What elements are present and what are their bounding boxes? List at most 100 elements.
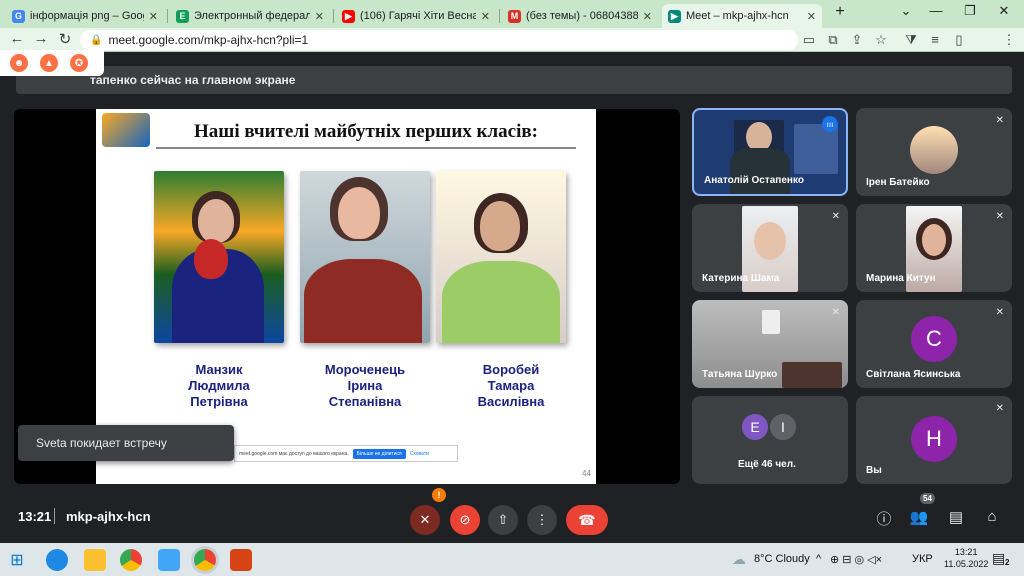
file-explorer-icon[interactable] xyxy=(84,549,106,571)
tray-expand-icon[interactable]: ^ xyxy=(816,553,821,565)
meet-area: тапенко сейчас на главном экране Наші вч… xyxy=(0,53,1024,543)
close-icon[interactable]: ✕ xyxy=(807,10,816,23)
restore-button[interactable]: ❐ xyxy=(956,3,984,19)
start-icon[interactable]: ⊞ xyxy=(6,549,28,571)
tray-icons[interactable]: ⊕ ⊟ ◎ ◁× xyxy=(830,553,882,566)
language-indicator[interactable]: УКР xyxy=(912,553,933,565)
system-clock[interactable]: 13:21 11.05.2022 xyxy=(944,546,988,570)
browser-menu-icon[interactable]: ⋮ xyxy=(1000,32,1018,48)
participant-tile[interactable]: ✕ Катерина Шама xyxy=(692,204,848,292)
participant-tile[interactable]: ✕ Татьяна Шурко xyxy=(692,300,848,388)
participant-avatar: E xyxy=(740,412,770,442)
notification-count: 2 xyxy=(1005,558,1010,567)
hide-notice-button[interactable]: Сховати xyxy=(410,451,429,457)
mic-off-icon: ✕ xyxy=(831,211,840,222)
tab-title: Электронный федеральный xyxy=(194,10,310,22)
reaction-icon[interactable]: ✪ xyxy=(70,54,88,72)
mic-toggle-button[interactable]: ✕ xyxy=(410,505,440,535)
teacher-name-3: Воробей Тамара Василівна xyxy=(477,362,545,409)
participant-tile[interactable]: C ✕ Світлана Ясинська xyxy=(856,300,1012,388)
tab-gmail[interactable]: M (без темы) - 0680438849@ ✕ xyxy=(502,4,658,28)
powerpoint-icon[interactable] xyxy=(230,549,252,571)
url-text: meet.google.com/mkp-ajhx-hcn?pli=1 xyxy=(108,33,309,47)
close-icon[interactable]: ✕ xyxy=(481,10,490,23)
participant-count-badge: 54 xyxy=(920,493,935,504)
close-icon[interactable]: ✕ xyxy=(643,10,652,23)
reaction-icon[interactable]: ☻ xyxy=(10,54,28,72)
present-button[interactable]: ⇧ xyxy=(488,505,518,535)
participant-avatar: I xyxy=(768,412,798,442)
address-toolbar: ← → ↻ 🔒 meet.google.com/mkp-ajhx-hcn?pli… xyxy=(0,28,1024,75)
chat-icon[interactable]: ▤ xyxy=(945,508,967,526)
participant-tile[interactable]: ııı Анатолій Остапенко xyxy=(692,108,848,196)
stop-sharing-button[interactable]: Більше не ділитися xyxy=(352,448,406,459)
leave-call-button[interactable]: ☎ xyxy=(566,505,608,535)
participant-tile[interactable]: ✕ Ірен Батейко xyxy=(856,108,1012,196)
clock-time: 13:21 xyxy=(954,547,978,557)
share-icon[interactable]: ⇪ xyxy=(848,32,866,48)
participant-avatar: H xyxy=(911,416,957,462)
forward-button[interactable]: → xyxy=(30,30,52,47)
mic-off-icon: ✕ xyxy=(995,403,1004,414)
browser-tab-strip: G інформація png – Google П ✕ E Электрон… xyxy=(0,0,1024,28)
edge-icon[interactable] xyxy=(46,549,68,571)
reaction-icon[interactable]: ▲ xyxy=(40,54,58,72)
tab-separator xyxy=(167,9,168,23)
tab-federal[interactable]: E Электронный федеральный ✕ xyxy=(170,4,330,28)
more-participants-tile[interactable]: E I Ещё 46 чел. xyxy=(692,396,848,484)
tab-title: (без темы) - 0680438849@ xyxy=(526,10,638,22)
chrome-icon[interactable] xyxy=(120,549,142,571)
slide-title: Наші вчителі майбутніх перших класів: xyxy=(194,121,538,142)
warning-icon[interactable]: ! xyxy=(432,488,446,502)
people-icon[interactable]: 👥 xyxy=(908,508,930,526)
close-icon[interactable]: ✕ xyxy=(149,10,158,23)
store-icon[interactable] xyxy=(158,549,180,571)
lock-icon: 🔒 xyxy=(90,34,103,46)
close-icon[interactable]: ✕ xyxy=(315,10,324,23)
teacher-photo-3 xyxy=(436,171,566,343)
school-logo xyxy=(102,113,150,147)
reading-list-icon[interactable]: ≡ xyxy=(926,32,944,47)
chrome-active-icon[interactable] xyxy=(194,549,216,571)
participant-name: Катерина Шама xyxy=(702,273,780,284)
teacher-photo-1 xyxy=(154,171,284,343)
slide-page-number: 44 xyxy=(582,469,591,478)
bookmark-star-icon[interactable]: ☆ xyxy=(872,32,890,48)
new-tab-button[interactable]: + xyxy=(826,3,854,21)
self-tile[interactable]: H ✕ Вы xyxy=(856,396,1012,484)
share-notice-text: meet.google.com має доступ до вашого екр… xyxy=(239,450,349,457)
tab-search-icon[interactable]: ⌄ xyxy=(892,3,920,19)
tab-title: Meet – mkp-ajhx-hcn xyxy=(686,10,789,22)
participant-name: Татьяна Шурко xyxy=(702,369,778,380)
activities-icon[interactable]: ⌂ xyxy=(981,508,1003,525)
meeting-details-icon[interactable]: ⓘ xyxy=(873,508,895,529)
camera-in-use-icon[interactable]: ▭ xyxy=(800,32,818,48)
mic-off-icon: ✕ xyxy=(831,307,840,318)
extensions-icon[interactable]: ⧩ xyxy=(902,32,920,48)
tab-meet[interactable]: ▶ Meet – mkp-ajhx-hcn ✕ xyxy=(662,4,822,28)
window-close-button[interactable]: ✕ xyxy=(990,3,1018,19)
teacher-photo-2 xyxy=(300,171,430,343)
more-options-button[interactable]: ⋮ xyxy=(527,505,557,535)
mic-off-icon: ✕ xyxy=(995,211,1004,222)
weather-text[interactable]: 8°C Cloudy xyxy=(754,553,810,565)
meeting-code: mkp-ajhx-hcn xyxy=(66,509,151,524)
participant-tile[interactable]: ✕ Марина Китун xyxy=(856,204,1012,292)
reload-button[interactable]: ↻ xyxy=(54,30,76,48)
translate-icon[interactable]: ⧉ xyxy=(824,32,842,48)
notifications-icon[interactable]: ▤ xyxy=(992,550,1005,567)
mic-off-icon: ✕ xyxy=(995,307,1004,318)
camera-toggle-button[interactable]: ⊘ xyxy=(450,505,480,535)
divider xyxy=(54,508,55,524)
url-bar[interactable]: 🔒 meet.google.com/mkp-ajhx-hcn?pli=1 xyxy=(80,30,798,50)
side-panel-icon[interactable]: ▯ xyxy=(950,32,968,48)
reactions-popup: ☻ ▲ ✪ xyxy=(0,50,104,76)
meeting-time: 13:21 xyxy=(18,509,52,524)
participant-name: Ірен Батейко xyxy=(866,177,930,188)
participant-name: Вы xyxy=(866,465,882,476)
tab-separator xyxy=(333,9,334,23)
back-button[interactable]: ← xyxy=(6,30,28,47)
minimize-button[interactable]: — xyxy=(922,3,950,18)
tab-youtube[interactable]: ▶ (106) Гарячі Хіти Весна ✕ xyxy=(336,4,496,28)
tab-google-doc[interactable]: G інформація png – Google П ✕ xyxy=(6,4,164,28)
